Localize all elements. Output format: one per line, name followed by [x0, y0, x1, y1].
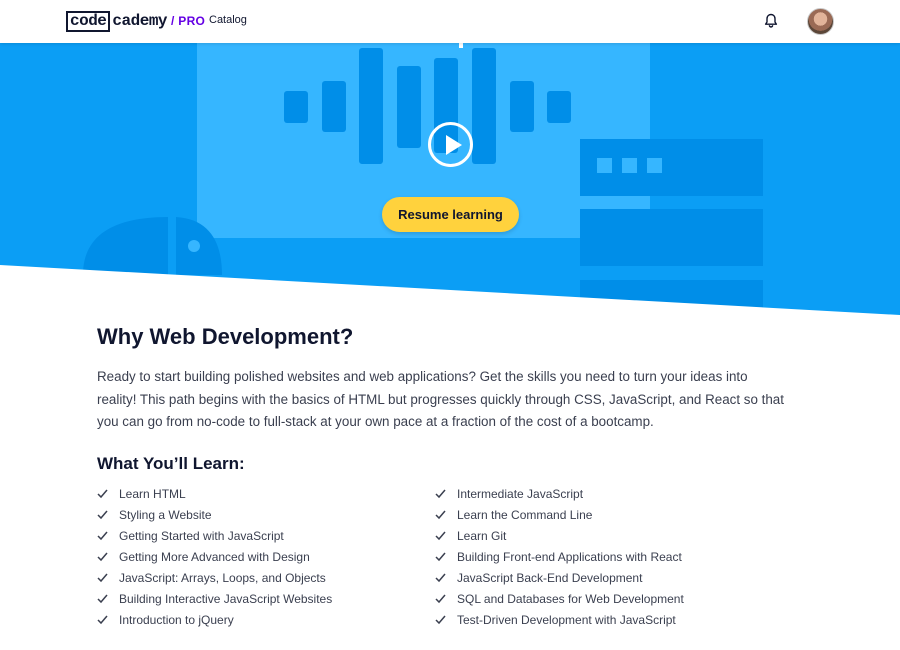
list-item: Getting More Advanced with Design [97, 546, 435, 567]
check-icon [435, 510, 446, 520]
list-item: Learn Git [435, 525, 773, 546]
check-icon [435, 594, 446, 604]
learn-item-label: Getting Started with JavaScript [119, 528, 284, 543]
check-icon [97, 489, 108, 499]
path-overview: Why Web Development? Ready to start buil… [97, 324, 787, 627]
list-item: Building Front-end Applications with Rea… [435, 546, 773, 567]
check-icon [97, 573, 108, 583]
top-navigation-bar: code cademy / PRO Catalog [0, 0, 900, 43]
check-icon [97, 615, 108, 625]
list-item: SQL and Databases for Web Development [435, 588, 773, 609]
learn-item-label: SQL and Databases for Web Development [457, 591, 684, 606]
check-icon [97, 594, 108, 604]
notification-bell-icon[interactable] [762, 12, 780, 30]
list-item: Intermediate JavaScript [435, 483, 773, 504]
learn-item-label: Learn HTML [119, 486, 186, 501]
list-item: Learn HTML [97, 483, 435, 504]
logo-cademy-text: cademy [112, 12, 168, 30]
learn-item-label: Intermediate JavaScript [457, 486, 584, 501]
play-video-icon[interactable] [428, 122, 473, 167]
list-item: Learn the Command Line [435, 504, 773, 525]
check-icon [435, 552, 446, 562]
logo-code-box: code [66, 10, 111, 32]
learning-topics-right-column: Intermediate JavaScript Learn the Comman… [435, 483, 773, 630]
list-item: Building Interactive JavaScript Websites [97, 588, 435, 609]
path-description: Ready to start building polished website… [97, 369, 784, 429]
list-item: Styling a Website [97, 504, 435, 525]
check-icon [97, 510, 108, 520]
nav-catalog-link[interactable]: Catalog [209, 14, 247, 26]
hero-banner: Resume learning [0, 43, 900, 318]
hero-illustration [0, 43, 900, 318]
check-icon [97, 552, 108, 562]
learn-item-label: Getting More Advanced with Design [119, 549, 310, 564]
learn-item-label: Learn the Command Line [457, 507, 593, 522]
logo-pro-badge: / PRO [171, 14, 206, 28]
codecademy-pro-logo[interactable]: code cademy / PRO [66, 10, 205, 32]
learn-item-label: Learn Git [457, 528, 507, 543]
learn-item-label: Test-Driven Development with JavaScript [457, 612, 676, 627]
list-item: Introduction to jQuery [97, 609, 435, 630]
check-icon [435, 489, 446, 499]
section-title: Why Web Development? [97, 324, 354, 349]
learn-item-label: JavaScript Back-End Development [457, 570, 643, 585]
learn-item-label: Building Interactive JavaScript Websites [119, 591, 333, 606]
learn-item-label: Building Front-end Applications with Rea… [457, 549, 682, 564]
learn-item-label: JavaScript: Arrays, Loops, and Objects [119, 570, 326, 585]
check-icon [435, 615, 446, 625]
learn-item-label: Introduction to jQuery [119, 612, 234, 627]
learn-item-label: Styling a Website [119, 507, 212, 522]
check-icon [435, 573, 446, 583]
user-avatar[interactable] [807, 8, 834, 35]
check-icon [97, 531, 108, 541]
what-youll-learn-heading: What You’ll Learn: [97, 453, 245, 473]
resume-learning-button[interactable]: Resume learning [382, 197, 519, 232]
list-item: Getting Started with JavaScript [97, 525, 435, 546]
list-item: JavaScript Back-End Development [435, 567, 773, 588]
list-item: JavaScript: Arrays, Loops, and Objects [97, 567, 435, 588]
check-icon [435, 531, 446, 541]
learning-topics-left-column: Learn HTML Styling a Website Getting Sta… [97, 483, 435, 630]
learning-topics-list: Learn HTML Styling a Website Getting Sta… [97, 483, 787, 630]
list-item: Test-Driven Development with JavaScript [435, 609, 773, 630]
